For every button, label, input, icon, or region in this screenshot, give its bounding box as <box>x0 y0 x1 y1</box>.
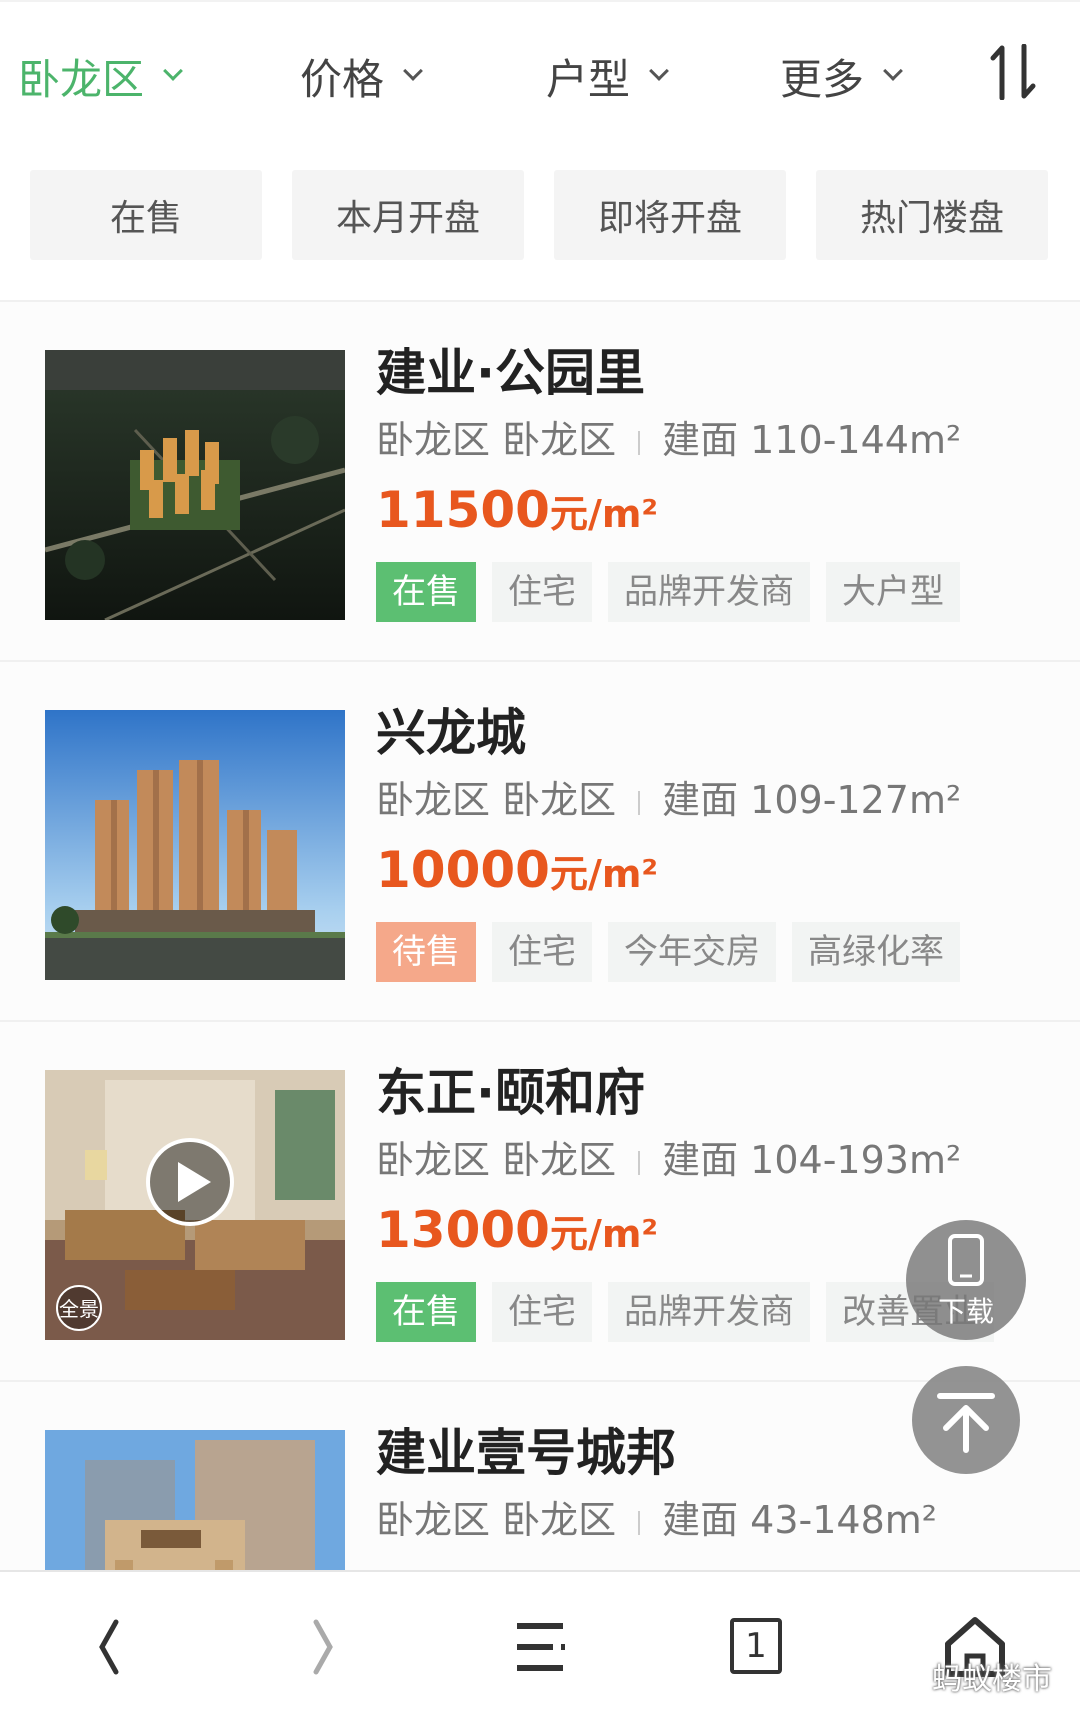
watermark-text: 蚂蚁楼市 <box>932 1662 1052 1697</box>
listing-image-aerial <box>45 350 345 620</box>
listing-card[interactable]: 兴龙城 卧龙区 卧龙区 建面 109-127m² 10000元/m² 待售 住宅 … <box>0 662 1080 1022</box>
district-filter[interactable]: 卧龙区 <box>18 46 183 106</box>
tag: 住宅 <box>492 1282 592 1342</box>
listing-area: 建面 104-193m² <box>662 1138 962 1182</box>
tag: 品牌开发商 <box>608 1282 810 1342</box>
district-filter-label: 卧龙区 <box>18 54 145 104</box>
chevron-down-icon <box>649 61 669 81</box>
more-filter[interactable]: 更多 <box>780 46 903 106</box>
tag: 高绿化率 <box>792 922 960 982</box>
listing-district: 卧龙区 卧龙区 <box>376 418 617 462</box>
listing-area: 建面 109-127m² <box>662 778 962 822</box>
listing-meta: 卧龙区 卧龙区 建面 110-144m² <box>376 412 1056 468</box>
tag: 住宅 <box>492 922 592 982</box>
tab-count: 1 <box>730 1618 782 1674</box>
listing-image-interior: 全景 <box>45 1070 345 1340</box>
more-filter-label: 更多 <box>780 54 865 104</box>
price-filter-label: 价格 <box>300 54 385 104</box>
tag: 今年交房 <box>608 922 776 982</box>
divider <box>638 430 641 455</box>
listing-area: 建面 110-144m² <box>662 418 962 462</box>
price-unit: 元/m² <box>549 492 659 536</box>
listing-tags: 在售 住宅 品牌开发商 大户型 <box>376 562 1056 622</box>
listing-meta: 卧龙区 卧龙区 建面 43-148m² <box>376 1492 1056 1548</box>
wechat-icon <box>888 1661 926 1690</box>
phone-icon <box>948 1234 984 1286</box>
listing-name: 兴龙城 <box>376 704 526 762</box>
divider <box>638 790 641 815</box>
listing-image-buildings <box>45 710 345 980</box>
arrow-up-icon <box>937 1393 995 1453</box>
layout-filter-label: 户型 <box>546 54 631 104</box>
chevron-down-icon <box>163 61 183 81</box>
price-unit: 元/m² <box>549 852 659 896</box>
download-app-button[interactable]: 下载 <box>906 1220 1026 1340</box>
watermark: 蚂蚁楼市 <box>888 1654 1052 1698</box>
menu-icon[interactable] <box>495 1602 585 1692</box>
listing-meta: 卧龙区 卧龙区 建面 109-127m² <box>376 772 1056 828</box>
chevron-down-icon <box>883 61 903 81</box>
price-value: 10000 <box>376 841 550 899</box>
sort-icon[interactable] <box>990 44 1036 100</box>
quick-filter-hot[interactable]: 热门楼盘 <box>816 170 1048 260</box>
listing-card[interactable]: 建业·公园里 卧龙区 卧龙区 建面 110-144m² 11500元/m² 在售 … <box>0 302 1080 662</box>
quick-filter-on-sale[interactable]: 在售 <box>30 170 262 260</box>
price-value: 13000 <box>376 1201 550 1259</box>
quick-filter-upcoming[interactable]: 即将开盘 <box>554 170 786 260</box>
listing-list: 建业·公园里 卧龙区 卧龙区 建面 110-144m² 11500元/m² 在售 … <box>0 300 1080 1724</box>
listing-price: 11500元/m² <box>376 480 1056 540</box>
quick-filter-this-month[interactable]: 本月开盘 <box>292 170 524 260</box>
listing-tags: 待售 住宅 今年交房 高绿化率 <box>376 922 1056 982</box>
browser-toolbar: 1 <box>0 1570 1080 1724</box>
status-badge: 待售 <box>376 922 476 982</box>
price-unit: 元/m² <box>549 1212 659 1256</box>
quick-filter-bar: 在售 本月开盘 即将开盘 热门楼盘 <box>0 150 1080 300</box>
divider <box>638 1510 641 1535</box>
layout-filter[interactable]: 户型 <box>546 46 669 106</box>
tag: 住宅 <box>492 562 592 622</box>
status-badge: 在售 <box>376 1282 476 1342</box>
pano-badge: 全景 <box>59 1297 99 1321</box>
back-to-top-button[interactable] <box>912 1366 1020 1474</box>
tabs-button[interactable]: 1 <box>720 1602 810 1692</box>
divider <box>638 1150 641 1175</box>
back-icon[interactable] <box>64 1602 154 1692</box>
listing-name: 建业·公园里 <box>376 344 645 402</box>
status-badge: 在售 <box>376 562 476 622</box>
filter-bar: 卧龙区 价格 户型 更多 <box>0 0 1080 150</box>
tag: 品牌开发商 <box>608 562 810 622</box>
price-filter[interactable]: 价格 <box>300 46 423 106</box>
forward-icon[interactable] <box>278 1602 368 1692</box>
price-value: 11500 <box>376 481 550 539</box>
listing-district: 卧龙区 卧龙区 <box>376 778 617 822</box>
listing-info: 建业·公园里 卧龙区 卧龙区 建面 110-144m² 11500元/m² 在售 … <box>376 342 1056 622</box>
tag: 大户型 <box>826 562 960 622</box>
listing-name: 东正·颐和府 <box>376 1064 645 1122</box>
download-label: 下载 <box>937 1295 994 1328</box>
chevron-down-icon <box>403 61 423 81</box>
listing-meta: 卧龙区 卧龙区 建面 104-193m² <box>376 1132 1056 1188</box>
listing-area: 建面 43-148m² <box>662 1498 938 1542</box>
listing-price: 10000元/m² <box>376 840 1056 900</box>
listing-info: 兴龙城 卧龙区 卧龙区 建面 109-127m² 10000元/m² 待售 住宅 … <box>376 702 1056 982</box>
listing-district: 卧龙区 卧龙区 <box>376 1498 617 1542</box>
listing-district: 卧龙区 卧龙区 <box>376 1138 617 1182</box>
